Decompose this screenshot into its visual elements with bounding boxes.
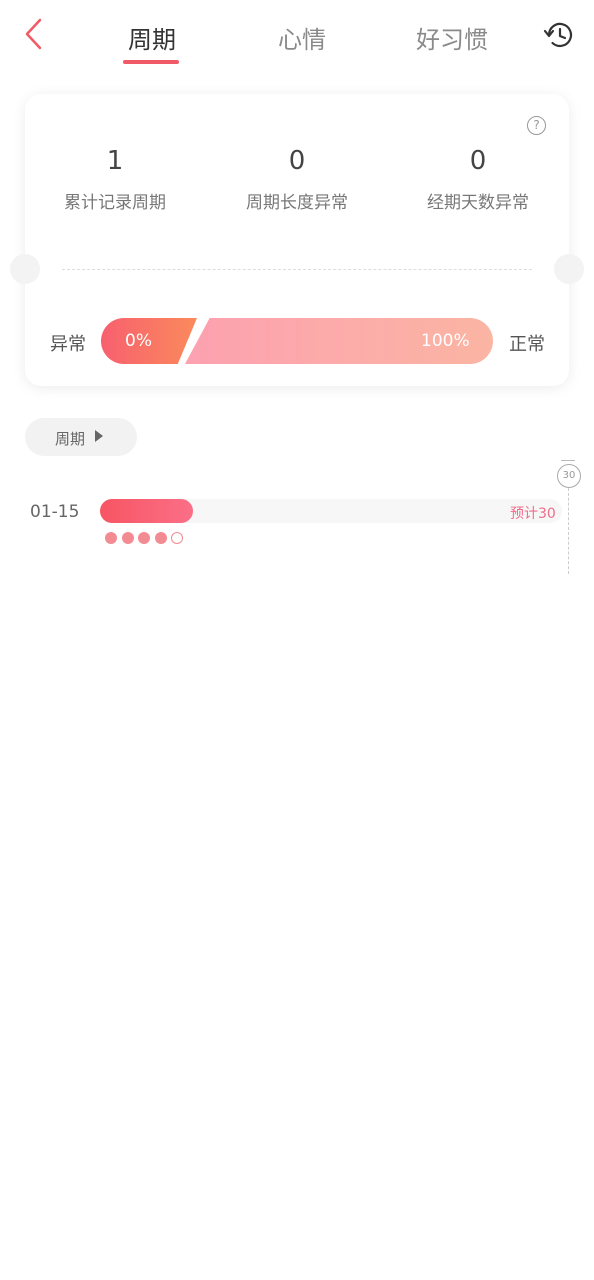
- play-triangle-icon: [95, 430, 103, 442]
- stat-cycle-length-abnormal: 0 周期长度异常: [207, 144, 387, 213]
- card-divider: [62, 269, 532, 270]
- chevron-left-icon: [25, 18, 42, 50]
- card-notch-left: [10, 254, 40, 284]
- cycle-start-date: 01-15: [30, 502, 80, 522]
- period-day-dot-filled: [105, 532, 117, 544]
- active-tab-indicator: [123, 60, 179, 64]
- tab-habits[interactable]: 好习惯: [416, 20, 488, 55]
- timeline-marker-line: [568, 488, 569, 574]
- stat-recorded-cycles: 1 累计记录周期: [25, 144, 205, 213]
- stat-label: 经期天数异常: [427, 193, 529, 213]
- question-circle-icon[interactable]: ?: [527, 116, 546, 135]
- timeline-day-marker: 30: [557, 464, 581, 488]
- period-day-dot-filled: [138, 532, 150, 544]
- history-icon: [543, 22, 573, 48]
- timeline-marker-cap: [561, 460, 575, 461]
- stat-period-days-abnormal: 0 经期天数异常: [388, 144, 568, 213]
- back-button[interactable]: [18, 16, 52, 52]
- period-bar[interactable]: [100, 499, 193, 523]
- card-notch-right: [554, 254, 584, 284]
- cycle-filter-label: 周期: [55, 430, 86, 448]
- tab-mood[interactable]: 心情: [278, 20, 326, 55]
- abnormal-percent: 0%: [125, 331, 152, 351]
- cycle-estimate: 预计30: [510, 506, 556, 522]
- normal-percent: 100%: [421, 331, 470, 351]
- tab-cycle[interactable]: 周期: [128, 20, 176, 55]
- cycle-stats-card: ? 1 累计记录周期 0 周期长度异常 0 经期天数异常 异常 0% 100% …: [10, 94, 584, 386]
- history-button[interactable]: [542, 18, 578, 52]
- top-nav: 周期 心情 好习惯: [0, 0, 594, 80]
- stat-label: 累计记录周期: [64, 193, 166, 213]
- cycle-filter-button[interactable]: 周期: [25, 418, 137, 456]
- stat-label: 周期长度异常: [246, 193, 348, 213]
- normal-label: 正常: [509, 334, 545, 355]
- abnormal-label: 异常: [50, 334, 86, 355]
- period-day-dot-filled: [121, 532, 134, 544]
- period-day-dot-empty: [171, 532, 183, 544]
- stat-value: 1: [106, 146, 124, 176]
- stat-value: 0: [288, 146, 306, 176]
- stat-value: 0: [469, 146, 487, 176]
- period-day-dot-filled: [154, 532, 167, 544]
